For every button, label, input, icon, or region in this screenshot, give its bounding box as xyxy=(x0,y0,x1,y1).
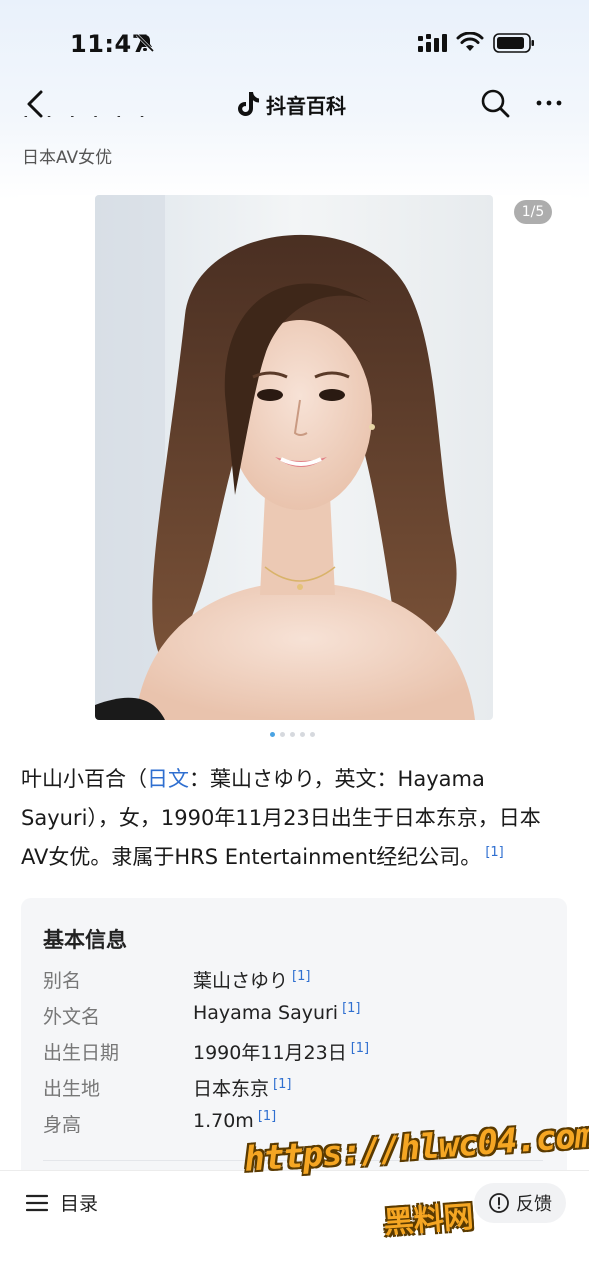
cellular-signal-icon xyxy=(418,34,447,52)
info-label: 出生日期 xyxy=(43,1042,120,1064)
info-value-text: 1.70m xyxy=(193,1110,254,1132)
douyin-logo-icon xyxy=(238,92,259,116)
toc-label: 目录 xyxy=(60,1193,99,1215)
gallery-counter: 1/5 xyxy=(514,200,552,224)
citation-ref[interactable]: [1] xyxy=(292,969,310,984)
more-options-icon[interactable] xyxy=(532,86,566,120)
status-bar: 11:47 xyxy=(0,0,589,88)
watermark-site-name: 黑料网 xyxy=(382,1199,475,1241)
search-icon[interactable] xyxy=(478,86,512,120)
photo-gallery[interactable]: 1/5 xyxy=(18,195,571,720)
info-value-text: 葉山さゆり xyxy=(193,970,289,992)
info-row-birthplace: 出生地 日本东京 [1] xyxy=(43,1074,543,1104)
menu-list-icon xyxy=(26,1194,48,1211)
japanese-link[interactable]: 日文 xyxy=(147,767,189,791)
info-label: 出生地 xyxy=(43,1078,101,1100)
info-row-foreign-name: 外文名 Hayama Sayuri [1] xyxy=(43,1002,543,1032)
wifi-icon xyxy=(456,32,484,51)
basic-info-title: 基本信息 xyxy=(43,927,127,952)
pagination-dot[interactable] xyxy=(290,732,295,737)
toc-button[interactable]: 目录 xyxy=(26,1189,98,1216)
info-value: 1.70m [1] xyxy=(193,1110,276,1132)
info-label: 外文名 xyxy=(43,1006,101,1028)
summary-text: 叶山小百合（ xyxy=(21,767,147,791)
bottom-bar: 目录 反馈 xyxy=(0,1170,589,1280)
feedback-button[interactable]: 反馈 xyxy=(474,1183,566,1223)
battery-icon xyxy=(493,33,534,53)
pagination-dot[interactable] xyxy=(300,732,305,737)
info-label: 别名 xyxy=(43,970,82,992)
scrolled-title-fragment: · · · · · · xyxy=(22,116,150,130)
info-value-text: 日本东京 xyxy=(193,1078,270,1100)
portrait-photo[interactable] xyxy=(95,195,493,720)
info-row-alias: 别名 葉山さゆり [1] xyxy=(43,966,543,996)
info-value: 日本东京 [1] xyxy=(193,1074,291,1101)
feedback-alert-icon xyxy=(489,1193,509,1213)
info-value-text: 1990年11月23日 xyxy=(193,1042,347,1064)
pagination-dot[interactable] xyxy=(280,732,285,737)
info-value: 葉山さゆり [1] xyxy=(193,966,310,993)
pagination-dot[interactable] xyxy=(310,732,315,737)
summary-paragraph: 叶山小百合（日文：葉山さゆり，英文：Hayama Sayuri），女，1990年… xyxy=(21,760,566,877)
citation-ref[interactable]: [1] xyxy=(258,1109,276,1124)
info-label: 身高 xyxy=(43,1114,82,1136)
citation-ref[interactable]: [1] xyxy=(273,1077,291,1092)
gallery-pagination xyxy=(270,732,315,737)
pagination-dot-active[interactable] xyxy=(270,732,275,737)
info-value-text: Hayama Sayuri xyxy=(193,1002,339,1024)
info-row-birth-date: 出生日期 1990年11月23日 [1] xyxy=(43,1038,543,1068)
feedback-label: 反馈 xyxy=(516,1194,552,1215)
bell-off-icon xyxy=(135,33,155,53)
info-value: 1990年11月23日 [1] xyxy=(193,1038,369,1065)
info-value: Hayama Sayuri [1] xyxy=(193,1002,361,1024)
citation-ref[interactable]: [1] xyxy=(485,845,503,860)
citation-ref[interactable]: [1] xyxy=(342,1001,360,1016)
brand: 抖音百科 xyxy=(236,88,346,120)
citation-ref[interactable]: [1] xyxy=(351,1041,369,1056)
brand-name: 抖音百科 xyxy=(266,93,346,118)
page-subtitle: 日本AV女优 xyxy=(22,148,113,168)
